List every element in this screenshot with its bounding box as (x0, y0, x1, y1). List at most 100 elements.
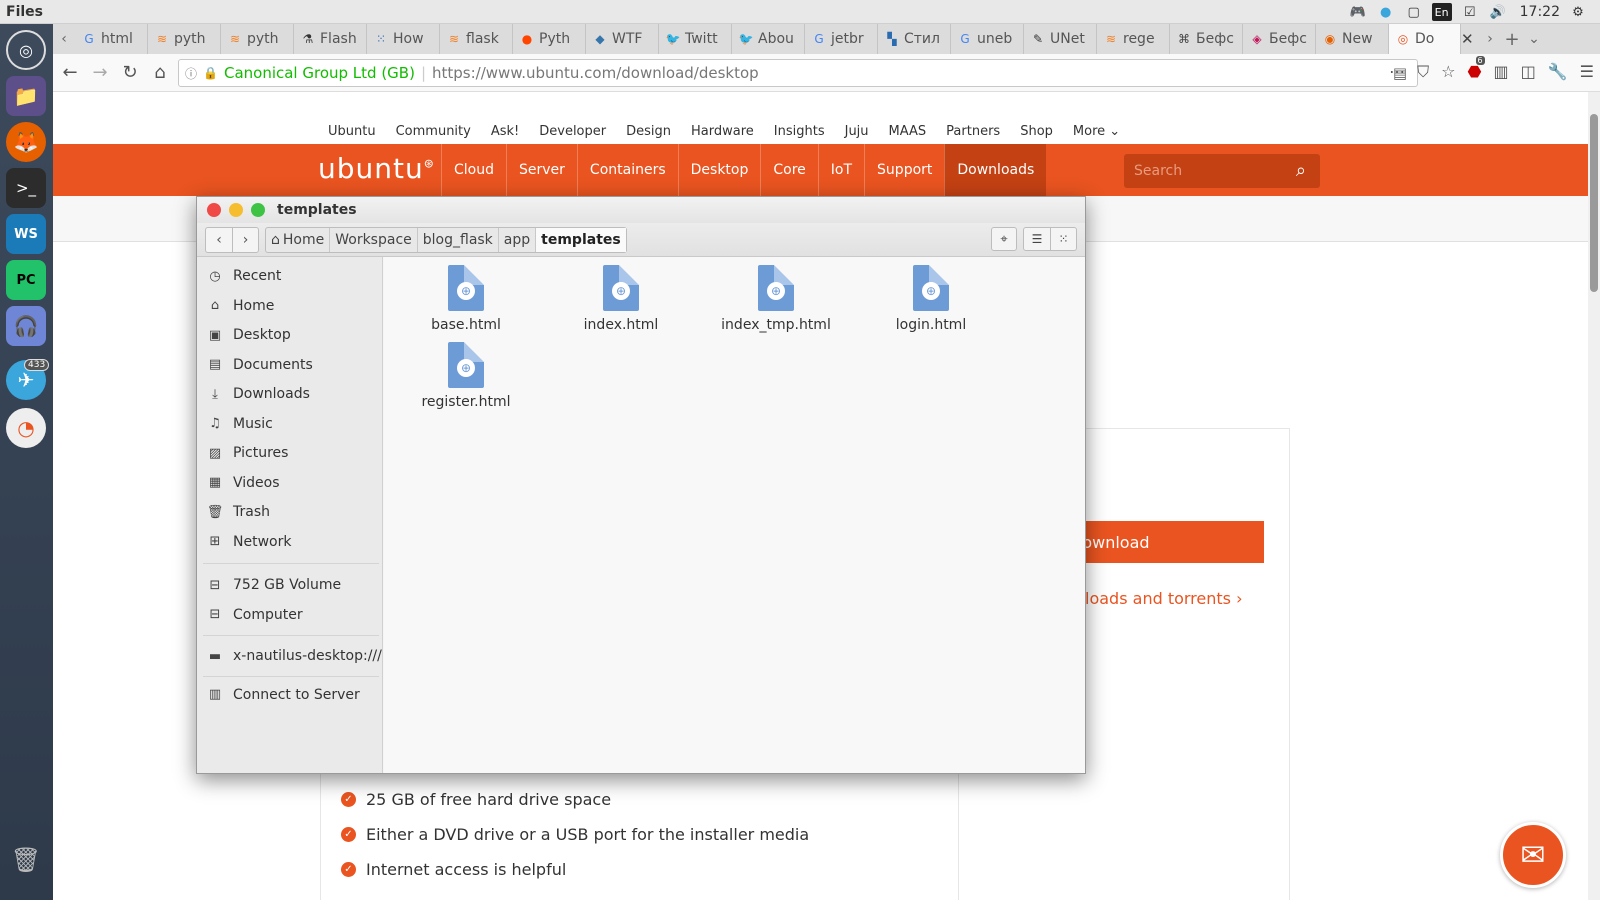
sidebar-item-x-nautilus-desktop[interactable]: ▬ x-nautilus-desktop:/// (197, 643, 383, 669)
site-search-input[interactable]: Search ⌕ (1124, 154, 1320, 188)
home-icon[interactable]: ⌂ (145, 62, 175, 83)
main-nav-link[interactable]: Containers (576, 144, 678, 196)
global-nav-link[interactable]: Community (396, 124, 471, 139)
pie-chart-app-icon[interactable]: ◔ (6, 408, 46, 448)
file-item[interactable]: ⊕ index_tmp.html (716, 265, 836, 333)
clock[interactable]: 17:22 (1516, 4, 1560, 20)
wrench-icon[interactable]: 🔧 (1548, 62, 1568, 82)
global-nav-link[interactable]: Insights (774, 124, 825, 139)
forward-icon[interactable]: → (85, 62, 115, 83)
browser-tab[interactable]: ≋ pyth (221, 24, 294, 54)
global-nav-link[interactable]: Partners (946, 124, 1000, 139)
global-nav-link[interactable]: Ubuntu (328, 124, 376, 139)
back-button[interactable]: ‹ (206, 228, 232, 252)
power-icon[interactable]: ⚙ (1568, 3, 1588, 21)
file-item[interactable]: ⊕ login.html (871, 265, 991, 333)
global-nav-link[interactable]: Design (626, 124, 671, 139)
keyboard-layout-indicator[interactable]: En (1431, 3, 1452, 21)
global-nav-link[interactable]: Ask! (491, 124, 519, 139)
search-icon[interactable]: ⌕ (1296, 160, 1306, 181)
webstorm-app-icon[interactable]: WS (6, 214, 46, 254)
grid-view-button[interactable]: ⁙ (1050, 228, 1076, 250)
sidebar-item-connect-to-server[interactable]: ▥ Connect to Server (197, 682, 383, 708)
main-nav-link[interactable]: Cloud (441, 144, 506, 196)
browser-tab[interactable]: ≋ rege (1097, 24, 1170, 54)
page-scrollbar[interactable] (1588, 92, 1600, 900)
browser-tab[interactable]: ⌘ Бефс (1170, 24, 1243, 54)
url-text[interactable]: https://www.ubuntu.com/download/desktop (432, 64, 759, 82)
firefox-app-icon[interactable]: 🦊 (6, 122, 46, 162)
browser-tab[interactable]: ◉ New (1316, 24, 1389, 54)
pocket-icon[interactable]: ⛉ (1417, 62, 1429, 82)
browser-tab[interactable]: ✎ UNet (1024, 24, 1097, 54)
browser-tab[interactable]: ≋ flask (440, 24, 513, 54)
browser-tab[interactable]: ◆ WTF (586, 24, 659, 54)
sidebar-item-pictures[interactable]: ▨ Pictures (197, 440, 383, 466)
global-nav-link[interactable]: More ⌄ (1073, 124, 1120, 139)
browser-tab[interactable]: ≋ pyth (148, 24, 221, 54)
file-item[interactable]: ⊕ register.html (406, 342, 526, 410)
browser-tab[interactable]: ⁙ How (367, 24, 440, 54)
main-nav-link[interactable]: Desktop (677, 144, 761, 196)
sidebar-item-recent[interactable]: ◷ Recent (197, 263, 383, 289)
breadcrumb-workspace[interactable]: Workspace (330, 228, 418, 252)
volume-icon[interactable]: 🔊 (1488, 3, 1508, 21)
browser-tab[interactable]: ◎ Do (1389, 24, 1461, 54)
file-item[interactable]: ⊕ index.html (561, 265, 681, 333)
close-tab-icon[interactable]: ✕ (1461, 30, 1479, 48)
browser-tab[interactable]: ⚗ Flash (294, 24, 367, 54)
window-tray-icon[interactable]: ▢ (1404, 3, 1424, 21)
breadcrumb-templates[interactable]: templates (536, 228, 626, 252)
main-nav-link[interactable]: Downloads (944, 144, 1047, 196)
location-button[interactable]: ⌖ (991, 227, 1017, 251)
site-identity[interactable]: Canonical Group Ltd (GB) (224, 64, 415, 82)
hamburger-menu-icon[interactable]: ☰ (1580, 62, 1594, 82)
ublock-icon[interactable]: ⬣ 6 (1468, 56, 1485, 82)
sidebar-item-network[interactable]: ⊞ Network (197, 529, 383, 555)
sidebar-item-752-gb-volume[interactable]: ⊟ 752 GB Volume (197, 572, 383, 598)
sidebar-item-videos[interactable]: ▦ Videos (197, 470, 383, 496)
list-view-button[interactable]: ☰ (1024, 228, 1050, 250)
library-icon[interactable]: ▥ (1493, 62, 1508, 82)
pycharm-app-icon[interactable]: PC (6, 260, 46, 300)
main-nav-link[interactable]: Support (864, 144, 944, 196)
bookmark-star-icon[interactable]: ☆ (1441, 62, 1455, 82)
file-view[interactable]: ⊕ base.html ⊕ index.html ⊕ index_tmp.html ⊕ log… (384, 257, 1085, 773)
sidebar-item-desktop[interactable]: ▣ Desktop (197, 322, 383, 348)
main-nav-link[interactable]: IoT (817, 144, 864, 196)
file-item[interactable]: ⊕ base.html (406, 265, 526, 333)
discord-app-icon[interactable]: 🎧 (6, 306, 46, 346)
sidebar-item-documents[interactable]: ▤ Documents (197, 352, 383, 378)
tab-scroll-right-icon[interactable]: › (1479, 31, 1501, 47)
window-titlebar[interactable]: templates (197, 197, 1085, 223)
url-bar[interactable]: ⓘ 🔒 Canonical Group Ltd (GB) | https://w… (178, 59, 1418, 87)
global-nav-link[interactable]: Developer (539, 124, 606, 139)
main-nav-link[interactable]: Server (506, 144, 577, 196)
breadcrumb-app[interactable]: app (499, 228, 537, 252)
global-nav-link[interactable]: Hardware (691, 124, 754, 139)
files-app-icon[interactable]: 📁 (6, 76, 46, 116)
back-icon[interactable]: ← (55, 62, 85, 83)
global-nav-link[interactable]: Shop (1020, 124, 1053, 139)
reload-icon[interactable]: ↻ (115, 62, 145, 83)
sidebar-toggle-icon[interactable]: ◫ (1521, 62, 1536, 82)
global-nav-link[interactable]: MAAS (889, 124, 927, 139)
page-actions-icon[interactable]: ⋯ (1389, 62, 1405, 82)
browser-tab[interactable]: Gjetbr (805, 24, 878, 54)
browser-tab[interactable]: ● Pyth (513, 24, 586, 54)
browser-tab[interactable]: Ghtml (75, 24, 148, 54)
browser-tab[interactable]: 🐦 Twitt (659, 24, 732, 54)
scrollbar-thumb[interactable] (1590, 114, 1598, 292)
forward-button[interactable]: › (232, 228, 258, 252)
sidebar-item-computer[interactable]: ⊟ Computer (197, 602, 383, 628)
telegram-tray-icon[interactable]: ● (1376, 3, 1396, 21)
sidebar-item-downloads[interactable]: ⤓ Downloads (197, 381, 383, 407)
clipboard-check-icon[interactable]: ☑ (1460, 3, 1480, 21)
browser-tab[interactable]: 🐦 Abou (732, 24, 805, 54)
info-icon[interactable]: ⓘ (185, 65, 197, 82)
browser-tab[interactable]: ▚ Стил (878, 24, 951, 54)
contact-mail-button[interactable]: ✉ (1500, 822, 1566, 888)
breadcrumb-blog-flask[interactable]: blog_flask (418, 228, 499, 252)
sidebar-item-music[interactable]: ♫ Music (197, 411, 383, 437)
main-nav-link[interactable]: Core (760, 144, 817, 196)
